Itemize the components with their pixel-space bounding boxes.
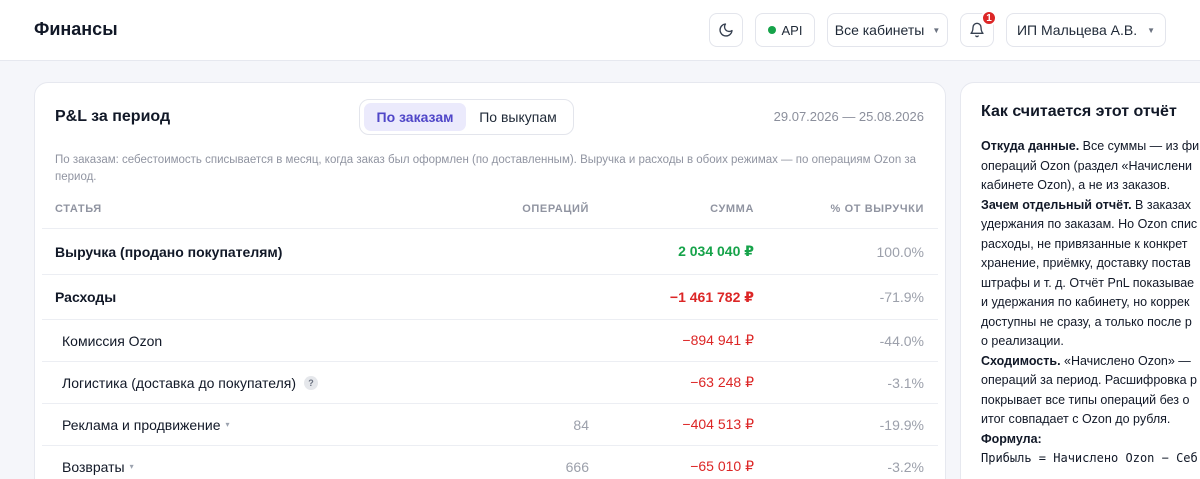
help-icon[interactable]: ? — [304, 375, 318, 390]
explain-p3-heading: Сходимость. — [981, 353, 1061, 368]
explain-line: и удержания по кабинету, но коррек — [981, 295, 1190, 309]
api-status-dot-icon — [767, 26, 776, 34]
explain-line: о реализации. — [981, 334, 1064, 348]
api-status-button[interactable]: API — [755, 13, 815, 47]
explain-line: доступны не сразу, а только после р — [981, 314, 1192, 329]
period-range: 29.07.2026 — 25.08.2026 — [773, 109, 924, 124]
row-name: Комиссия Ozon — [62, 332, 163, 349]
explain-line: операций за период. Расшифровка р — [981, 373, 1197, 387]
column-header-pct: % ОТ ВЫРУЧКИ — [830, 203, 924, 215]
row-name: Возвраты — [62, 458, 125, 475]
pnl-title: P&L за период — [55, 108, 171, 125]
expand-icon: ▾ — [225, 420, 230, 429]
mode-orders-tab[interactable]: По заказам — [364, 103, 466, 131]
row-pct: -3.2% — [887, 458, 924, 475]
expand-icon: ▾ — [129, 462, 134, 471]
row-pct: -19.9% — [879, 416, 924, 433]
chevron-down-icon: ▼ — [1147, 25, 1156, 35]
explain-line: операций Ozon (раздел «Начислени — [981, 158, 1193, 173]
row-pct: -3.1% — [887, 374, 924, 391]
table-row-expenses[interactable]: Расходы −1 461 782 ₽ -71.9% — [42, 274, 938, 319]
cabinets-label: Все кабинеты — [834, 22, 925, 38]
theme-toggle-button[interactable] — [709, 13, 743, 47]
column-header-article: СТАТЬЯ — [55, 203, 102, 215]
row-pct: -44.0% — [879, 332, 924, 349]
row-name: Выручка (продано покупателям) — [55, 243, 283, 260]
explain-line: удержания по заказам. Но Ozon спис — [981, 217, 1198, 231]
row-name: Расходы — [55, 289, 117, 305]
row-name-wrap: Реклама и продвижение ▾ — [62, 404, 230, 445]
top-bar: Финансы API Все кабинеты ▼ 1 ИП Мальцева… — [0, 0, 1200, 61]
explain-line: расходы, не привязанные к конкрет — [981, 236, 1188, 251]
explain-line: кабинете Ozon), а не из заказов. — [981, 178, 1171, 192]
explain-line: «Начислено Ozon» — — [1060, 353, 1191, 368]
mode-note: По заказам: себестоимость списывается в … — [55, 154, 917, 183]
row-ops: 84 — [573, 416, 589, 433]
column-header-sum: СУММА — [710, 203, 754, 215]
row-sum: −1 461 782 ₽ — [669, 288, 754, 305]
row-name: Реклама и продвижение — [62, 416, 221, 433]
row-name-wrap: Логистика (доставка до покупателя) ? — [62, 362, 318, 403]
table-row-ads[interactable]: Реклама и продвижение ▾ 84 −404 513 ₽ -1… — [42, 403, 938, 445]
row-sum: −894 941 ₽ — [682, 332, 754, 348]
explain-card: Как считается этот отчёт Откуда данные. … — [960, 82, 1200, 479]
explain-formula: Прибыль = Начислено Ozon − Себ — [981, 451, 1198, 465]
table-row-revenue: Выручка (продано покупателям) 2 034 040 … — [42, 228, 938, 274]
explain-line: итог совпадает с Ozon до рубля. — [981, 412, 1171, 426]
explain-body: Откуда данные. Все суммы — из фи операци… — [981, 137, 1200, 469]
row-pct: -71.9% — [879, 289, 924, 305]
mode-buyouts-tab[interactable]: По выкупам — [466, 103, 570, 131]
explain-title: Как считается этот отчёт — [981, 103, 1177, 120]
bell-icon — [970, 22, 984, 38]
row-name: Логистика (доставка до покупателя) — [62, 374, 296, 391]
column-header-ops: ОПЕРАЦИЙ — [522, 203, 589, 215]
explain-line: В заказах — [1131, 197, 1192, 212]
user-name: ИП Мальцева А.В. — [1016, 22, 1138, 38]
notifications-badge: 1 — [981, 10, 997, 26]
mode-switch: По заказам По выкупам — [359, 99, 574, 135]
explain-line: покрывает все типы операций без о — [981, 392, 1190, 407]
explain-line: Все суммы — из фи — [1079, 139, 1200, 153]
moon-icon — [719, 23, 733, 37]
chevron-down-icon: ▼ — [932, 25, 941, 35]
row-sum: −63 248 ₽ — [690, 374, 754, 390]
api-label: API — [781, 22, 803, 38]
explain-p1-heading: Откуда данные. — [981, 139, 1080, 153]
explain-line: хранение, приёмку, доставку постав — [981, 256, 1191, 270]
user-menu-button[interactable]: ИП Мальцева А.В. ▼ — [1006, 13, 1166, 47]
page-title: Финансы — [34, 19, 118, 39]
pnl-card: P&L за период По заказам По выкупам 29.0… — [34, 82, 946, 479]
explain-formula-heading: Формула: — [981, 431, 1042, 446]
table-row-logistics[interactable]: Логистика (доставка до покупателя) ? −63… — [42, 361, 938, 403]
cabinets-select[interactable]: Все кабинеты ▼ — [827, 13, 948, 47]
explain-line: штрафы и т. д. Отчёт PnL показывае — [981, 275, 1195, 290]
row-name-wrap: Возвраты ▾ — [62, 446, 134, 479]
row-ops: 666 — [565, 458, 589, 475]
row-sum: −404 513 ₽ — [682, 416, 754, 432]
row-sum: 2 034 040 ₽ — [678, 243, 754, 259]
explain-p2-heading: Зачем отдельный отчёт. — [981, 197, 1132, 212]
table-row-commission[interactable]: Комиссия Ozon −894 941 ₽ -44.0% — [42, 319, 938, 361]
row-pct: 100.0% — [876, 243, 924, 260]
row-sum: −65 010 ₽ — [690, 458, 754, 474]
table-row-returns[interactable]: Возвраты ▾ 666 −65 010 ₽ -3.2% — [42, 445, 938, 479]
